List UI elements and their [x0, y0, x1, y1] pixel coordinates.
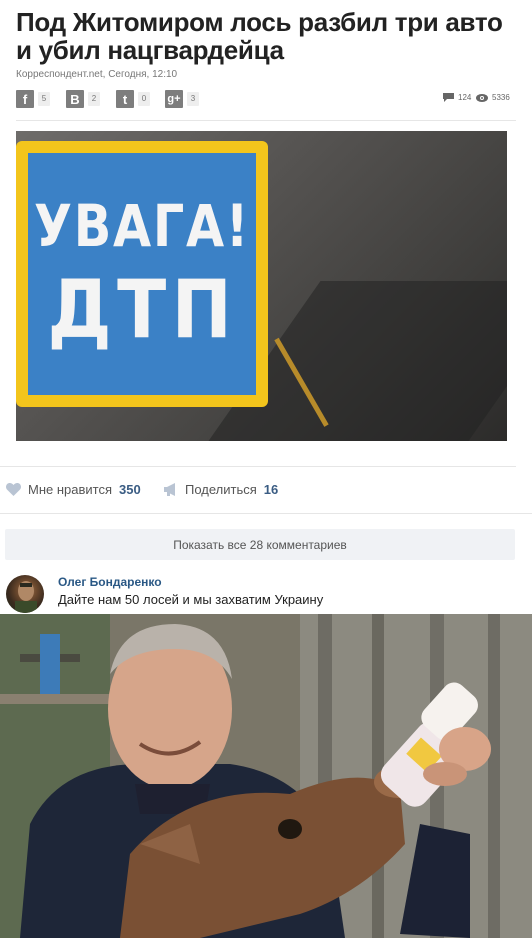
share-facebook-button[interactable]: f 5 [16, 90, 50, 108]
warning-sign-panel: УВАГА! ДТП [28, 153, 256, 395]
divider [0, 513, 532, 514]
share-vkontakte-button[interactable]: В 2 [66, 90, 100, 108]
divider [0, 466, 516, 467]
facebook-icon: f [16, 90, 34, 108]
avatar[interactable] [6, 575, 44, 613]
share-google-plus-button[interactable]: g+ 3 [165, 90, 199, 108]
article-meta: Корреспондент.net, Сегодня, 12:10 [16, 69, 178, 80]
share-twitter-button[interactable]: t 0 [116, 90, 150, 108]
vkontakte-icon: В [66, 90, 84, 108]
like-count: 350 [119, 482, 141, 497]
sign-text-line1: УВАГА! [33, 192, 251, 260]
sign-text-line2: ДТП [47, 263, 237, 356]
share-button[interactable]: Поделиться 16 [164, 482, 278, 497]
man-feeding-moose-calf-photo [0, 614, 532, 938]
share-label: Поделиться [185, 482, 257, 497]
eye-icon [476, 93, 488, 102]
heart-icon [6, 483, 21, 496]
comments-stat[interactable]: 124 [443, 93, 471, 102]
comment-photo[interactable] [0, 614, 532, 938]
comment-author[interactable]: Олег Бондаренко [58, 575, 162, 589]
views-count: 5336 [492, 93, 510, 102]
share-bar: f 5 В 2 t 0 g+ 3 124 5336 [16, 90, 516, 108]
divider [16, 120, 516, 121]
avatar-photo [15, 581, 37, 613]
megaphone-icon [164, 483, 175, 496]
comments-count: 124 [458, 93, 472, 102]
share-count: 3 [187, 92, 199, 106]
google-plus-icon: g+ [165, 90, 183, 108]
like-label: Мне нравится [28, 482, 113, 497]
article-headline: Под Житомиром лось разбил три авто и уби… [16, 7, 503, 65]
share-count: 2 [88, 92, 100, 106]
views-stat: 5336 [476, 93, 510, 102]
like-button[interactable]: Мне нравится 350 [6, 482, 141, 497]
share-count: 16 [263, 482, 279, 497]
article-photo: УВАГА! ДТП [16, 131, 507, 441]
warning-sign: УВАГА! ДТП [16, 141, 268, 407]
comment-text: Дайте нам 50 лосей и мы захватим Украину [58, 592, 324, 607]
share-count: 5 [38, 92, 50, 106]
show-all-comments-button[interactable]: Показать все 28 комментариев [5, 529, 515, 560]
comment-icon [443, 93, 454, 102]
twitter-icon: t [116, 90, 134, 108]
share-count: 0 [138, 92, 150, 106]
